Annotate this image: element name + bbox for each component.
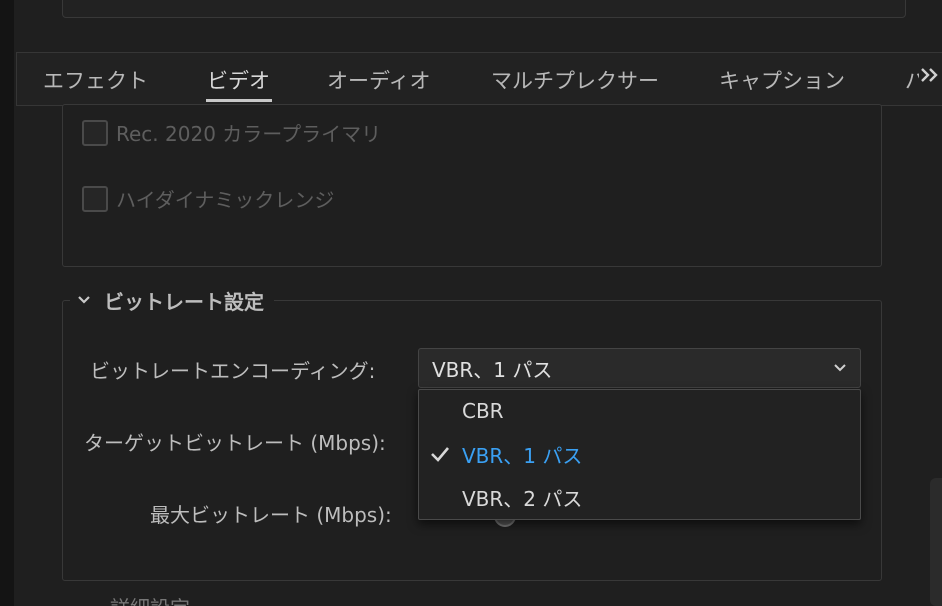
left-edge-strip — [0, 0, 14, 606]
dropdown-option-vbr-1pass[interactable]: VBR、1 パス — [419, 433, 860, 475]
export-settings-panel: エフェクト ビデオ オーディオ マルチプレクサー キャプション パ Rec. 2… — [0, 0, 942, 606]
tab-audio[interactable]: オーディオ — [327, 67, 431, 95]
dropdown-option-label: VBR、2 パス — [462, 486, 583, 511]
chevron-down-icon — [70, 290, 98, 310]
hdr-checkbox-row[interactable]: ハイダイナミックレンジ — [82, 184, 334, 213]
rec2020-checkbox-row[interactable]: Rec. 2020 カラープライマリ — [82, 118, 381, 147]
tab-multiplexer[interactable]: マルチプレクサー — [491, 67, 659, 95]
next-section-title-partial: 詳細設定 — [110, 596, 190, 606]
tab-effects[interactable]: エフェクト — [43, 67, 148, 95]
chevron-down-icon — [832, 359, 848, 379]
scrollbar[interactable] — [930, 478, 942, 606]
dropdown-option-vbr-2pass[interactable]: VBR、2 パス — [419, 476, 860, 518]
max-bitrate-label: 最大ビットレート (Mbps): — [150, 503, 392, 527]
double-chevron-right-icon[interactable] — [920, 64, 940, 90]
dropdown-option-label: CBR — [462, 399, 504, 423]
dropdown-option-cbr[interactable]: CBR — [419, 390, 860, 432]
bitrate-section-header[interactable]: ビットレート設定 — [70, 284, 274, 316]
bitrate-encoding-select[interactable]: VBR、1 パス — [418, 348, 861, 388]
bitrate-encoding-label: ビットレートエンコーディング: — [90, 359, 376, 383]
checkmark-icon — [429, 443, 451, 465]
tab-publish[interactable]: パ — [905, 67, 919, 95]
target-bitrate-label: ターゲットビットレート (Mbps): — [84, 431, 386, 455]
hdr-checkbox[interactable] — [82, 185, 108, 212]
tab-video[interactable]: ビデオ — [207, 67, 270, 95]
rec2020-label: Rec. 2020 カラープライマリ — [116, 122, 382, 146]
bitrate-encoding-dropdown: CBR VBR、1 パス VBR、2 パス — [418, 389, 861, 520]
hdr-label: ハイダイナミックレンジ — [116, 188, 335, 212]
tab-captions[interactable]: キャプション — [719, 67, 845, 95]
dropdown-option-label: VBR、1 パス — [462, 443, 583, 468]
top-panel-remnant — [62, 0, 906, 18]
active-tab-indicator — [206, 99, 272, 102]
bitrate-section-title: ビットレート設定 — [104, 289, 264, 314]
tab-bar: エフェクト ビデオ オーディオ マルチプレクサー キャプション パ — [16, 52, 942, 106]
rec2020-checkbox[interactable] — [82, 119, 108, 146]
bitrate-encoding-value: VBR、1 パス — [432, 357, 553, 382]
